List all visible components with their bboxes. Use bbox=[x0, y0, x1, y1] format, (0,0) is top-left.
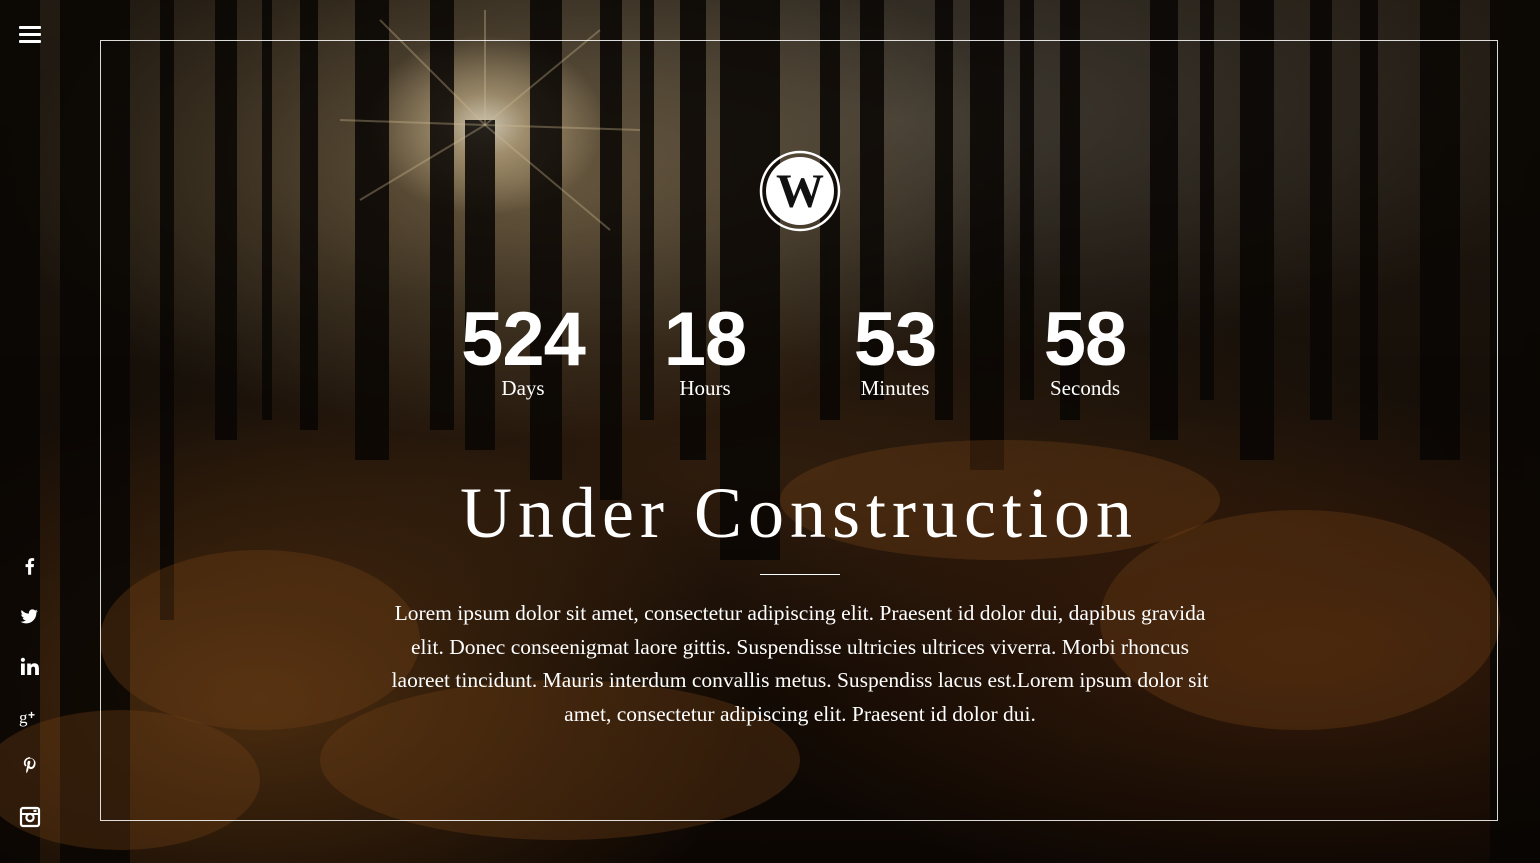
countdown-timer: 524 Days 18 Hours 53 Minutes 58 Seconds bbox=[0, 300, 1540, 410]
title-divider bbox=[760, 574, 840, 575]
svg-text:g: g bbox=[19, 708, 28, 727]
days-value: 524 bbox=[461, 297, 586, 382]
hours-label: Hours bbox=[679, 376, 731, 400]
countdown-seconds: 58 Seconds bbox=[1000, 297, 1170, 400]
page: W 524 Days 18 Hours 53 Minutes 58 Second… bbox=[0, 0, 1540, 863]
countdown-days: 524 Days bbox=[438, 297, 608, 400]
svg-text:+: + bbox=[28, 708, 35, 722]
pinterest-icon[interactable] bbox=[18, 755, 42, 779]
instagram-icon[interactable] bbox=[18, 805, 42, 829]
svg-text:W: W bbox=[776, 165, 824, 218]
minutes-label: Minutes bbox=[860, 376, 930, 400]
seconds-value: 58 bbox=[1043, 297, 1128, 382]
seconds-label: Seconds bbox=[1050, 376, 1120, 400]
minutes-value: 53 bbox=[853, 297, 938, 382]
page-title: Under Construction bbox=[460, 473, 1138, 553]
wordpress-logo: W bbox=[759, 150, 841, 232]
countdown-minutes: 53 Minutes bbox=[810, 297, 980, 400]
facebook-icon[interactable] bbox=[18, 555, 42, 579]
hours-value: 18 bbox=[663, 297, 748, 382]
hamburger-menu-icon[interactable] bbox=[19, 26, 41, 46]
twitter-icon[interactable] bbox=[18, 605, 42, 629]
google-plus-icon[interactable]: g + bbox=[18, 705, 42, 729]
linkedin-icon[interactable] bbox=[18, 655, 42, 679]
countdown-hours: 18 Hours bbox=[620, 297, 790, 400]
description-text: Lorem ipsum dolor sit amet, consectetur … bbox=[391, 601, 1209, 726]
